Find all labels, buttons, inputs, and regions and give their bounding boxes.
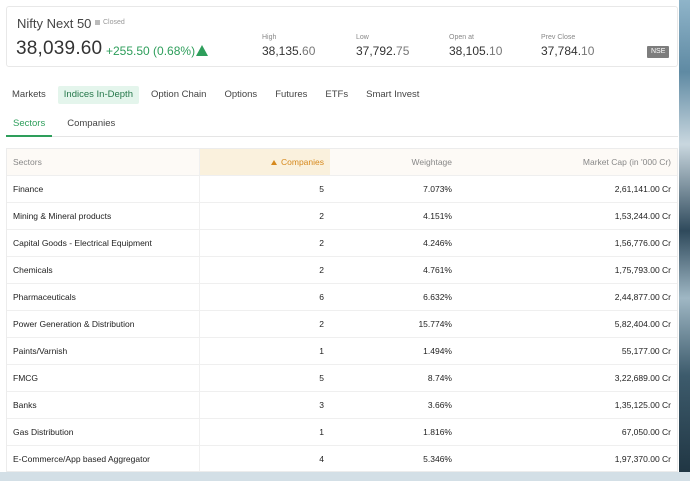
companies-cell: 1 [199, 337, 330, 365]
column-header-sectors[interactable]: Sectors [7, 149, 200, 176]
column-header-companies[interactable]: Companies [199, 149, 330, 176]
companies-cell: 4 [199, 445, 330, 471]
companies-cell: 5 [199, 175, 330, 203]
sector-cell: Mining & Mineral products [7, 202, 200, 230]
table-row[interactable]: Pharmaceuticals 6 6.632% 2,44,877.00 Cr [7, 283, 677, 311]
sub-tabs: Sectors Companies [6, 115, 678, 137]
companies-cell: 3 [199, 391, 330, 419]
companies-cell: 2 [199, 310, 330, 338]
stat-label: Low [356, 34, 369, 41]
market-cap-cell: 2,61,141.00 Cr [458, 175, 677, 203]
tab-options[interactable]: Options [218, 86, 263, 104]
table-row[interactable]: Power Generation & Distribution 2 15.774% 5… [7, 310, 677, 338]
stat-low: Low 37,792.75 [356, 34, 409, 58]
stat-value: 38,135.60 [262, 44, 316, 58]
market-status: Closed [95, 19, 125, 26]
up-arrow-icon [196, 45, 208, 56]
sector-cell: Pharmaceuticals [7, 283, 200, 311]
sector-cell: Finance [7, 175, 200, 203]
weightage-cell: 15.774% [330, 310, 458, 338]
table-row[interactable]: Mining & Mineral products 2 4.151% 1,53,244… [7, 202, 677, 230]
table-row[interactable]: Chemicals 2 4.761% 1,75,793.00 Cr [7, 256, 677, 284]
market-cap-cell: 67,050.00 Cr [458, 418, 677, 446]
market-cap-cell: 5,82,404.00 Cr [458, 310, 677, 338]
weightage-cell: 8.74% [330, 364, 458, 392]
column-header-weightage[interactable]: Weightage [330, 149, 458, 176]
tab-smart-invest[interactable]: Smart Invest [360, 86, 425, 104]
companies-cell: 6 [199, 283, 330, 311]
market-cap-cell: 2,44,877.00 Cr [458, 283, 677, 311]
companies-cell: 1 [199, 418, 330, 446]
sector-cell: Power Generation & Distribution [7, 310, 200, 338]
price-change: +255.50 (0.68%) [106, 44, 196, 58]
tab-etfs[interactable]: ETFs [319, 86, 354, 104]
status-dot-icon [95, 20, 100, 25]
stat-label: Open at [449, 34, 474, 41]
status-text: Closed [103, 19, 125, 26]
companies-cell: 5 [199, 364, 330, 392]
market-cap-cell: 3,22,689.00 Cr [458, 364, 677, 392]
table-row[interactable]: E-Commerce/App based Aggregator 4 5.346% 1,… [7, 445, 677, 471]
stat-value: 38,105.10 [449, 44, 503, 58]
main-tabs: Markets Indices In-Depth Option Chain Op… [6, 86, 431, 104]
background-bottom-strip [0, 472, 690, 481]
weightage-cell: 1.494% [330, 337, 458, 365]
market-cap-cell: 1,97,370.00 Cr [458, 445, 677, 471]
table-row[interactable]: Gas Distribution 1 1.816% 67,050.00 Cr [7, 418, 677, 446]
sector-cell: Capital Goods - Electrical Equipment [7, 229, 200, 257]
stat-value: 37,792.75 [356, 44, 410, 58]
table-row[interactable]: Paints/Varnish 1 1.494% 55,177.00 Cr [7, 337, 677, 365]
companies-cell: 2 [199, 256, 330, 284]
tab-companies[interactable]: Companies [60, 115, 122, 137]
market-cap-cell: 1,75,793.00 Cr [458, 256, 677, 284]
market-cap-cell: 1,53,244.00 Cr [458, 202, 677, 230]
sector-cell: Chemicals [7, 256, 200, 284]
weightage-cell: 4.246% [330, 229, 458, 257]
stat-high: High 38,135.60 [262, 34, 315, 58]
background-photo-strip [679, 0, 690, 481]
tab-futures[interactable]: Futures [269, 86, 313, 104]
weightage-cell: 4.151% [330, 202, 458, 230]
market-cap-cell: 55,177.00 Cr [458, 337, 677, 365]
tab-option-chain[interactable]: Option Chain [145, 86, 212, 104]
index-name: Nifty Next 50 [17, 16, 92, 31]
table-row[interactable]: Capital Goods - Electrical Equipment 2 4.2… [7, 229, 677, 257]
sector-cell: Banks [7, 391, 200, 419]
weightage-cell: 7.073% [330, 175, 458, 203]
weightage-cell: 1.816% [330, 418, 458, 446]
sector-cell: E-Commerce/App based Aggregator [7, 445, 200, 471]
sector-cell: Gas Distribution [7, 418, 200, 446]
tab-markets[interactable]: Markets [6, 86, 52, 104]
sector-cell: Paints/Varnish [7, 337, 200, 365]
index-price: 38,039.60 [16, 38, 103, 59]
stat-prev-close: Prev Close 37,784.10 [541, 34, 594, 58]
tab-indices-in-depth[interactable]: Indices In-Depth [57, 86, 139, 104]
stat-open: Open at 38,105.10 [449, 34, 502, 58]
market-cap-cell: 1,56,776.00 Cr [458, 229, 677, 257]
sort-ascending-icon [271, 160, 277, 165]
stat-label: Prev Close [541, 34, 576, 41]
exchange-badge[interactable]: NSE [647, 46, 670, 58]
table-header-row: Sectors Companies Weightage Market Cap (… [7, 149, 677, 176]
tab-sectors[interactable]: Sectors [6, 115, 53, 137]
market-cap-cell: 1,35,125.00 Cr [458, 391, 677, 419]
table-row[interactable]: Finance 5 7.073% 2,61,141.00 Cr [7, 175, 677, 203]
weightage-cell: 3.66% [330, 391, 458, 419]
sector-cell: FMCG [7, 364, 200, 392]
weightage-cell: 6.632% [330, 283, 458, 311]
companies-cell: 2 [199, 229, 330, 257]
stat-label: High [262, 34, 277, 41]
table-row[interactable]: Banks 3 3.66% 1,35,125.00 Cr [7, 391, 677, 419]
sectors-table: Sectors Companies Weightage Market Cap (… [6, 148, 678, 472]
weightage-cell: 5.346% [330, 445, 458, 471]
column-header-market-cap[interactable]: Market Cap (in '000 Cr) [458, 149, 677, 176]
table-row[interactable]: FMCG 5 8.74% 3,22,689.00 Cr [7, 364, 677, 392]
companies-cell: 2 [199, 202, 330, 230]
weightage-cell: 4.761% [330, 256, 458, 284]
stat-value: 37,784.10 [541, 44, 595, 58]
index-header-card: Nifty Next 50 Closed 38,039.60 +255.50 (… [6, 6, 678, 67]
